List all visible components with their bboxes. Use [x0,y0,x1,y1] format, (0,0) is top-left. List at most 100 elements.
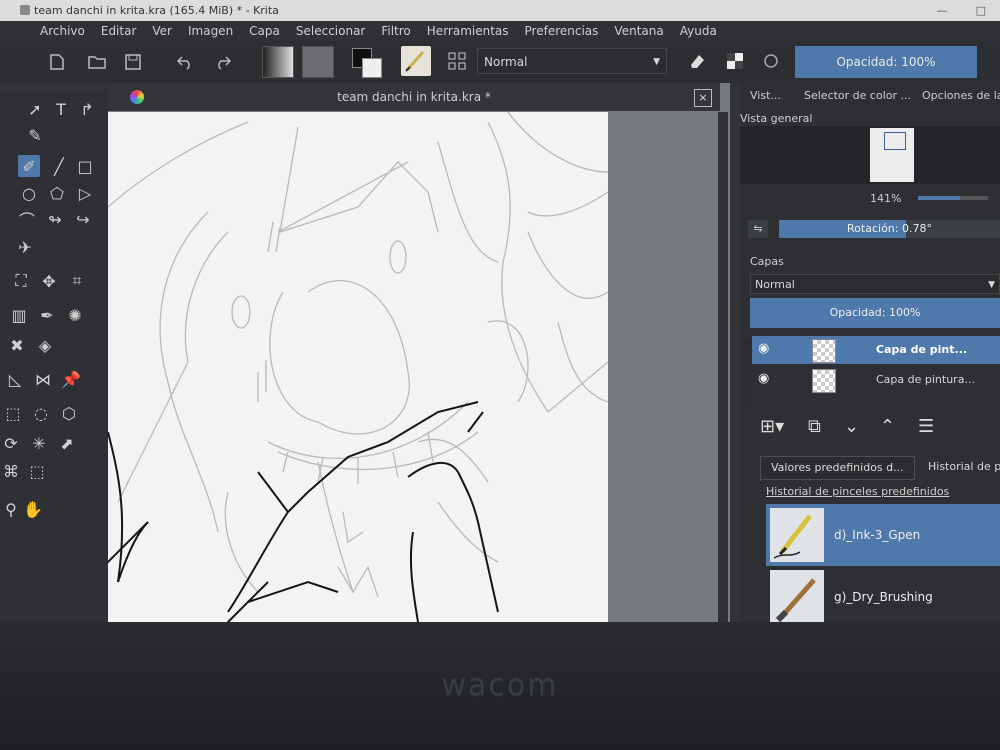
measure-tool-icon[interactable]: ◺ [4,368,26,390]
drawing-canvas[interactable] [108,112,608,622]
gradient-tool-icon[interactable]: ▥ [8,304,30,326]
polygon-tool-icon[interactable]: ⬠ [46,182,68,204]
new-document-icon[interactable] [44,49,70,75]
blend-mode-select[interactable]: Normal ▼ [477,48,667,74]
eye-visibility-icon[interactable]: ◉ [758,342,774,356]
zoom-slider[interactable] [918,196,988,200]
layer-blend-mode-select[interactable]: Normal ▼ [750,274,1000,294]
layers-scrollbar[interactable] [744,338,752,408]
pin-tool-icon[interactable]: 📌 [60,368,82,390]
magnetic-select-icon[interactable]: ⬚ [26,460,48,482]
smart-patch-icon[interactable]: ✺ [64,304,86,326]
brush-settings-grid-icon[interactable] [444,48,470,74]
tab-brush-presets[interactable]: Valores predefinidos d... [760,456,915,480]
freehand-select-icon[interactable]: ⟳ [0,432,22,454]
rect-select-icon[interactable]: ⬚ [2,402,24,424]
menu-editar[interactable]: Editar [101,21,137,41]
foreground-background-colors[interactable] [352,48,382,78]
edit-shapes-icon[interactable]: ↱ [76,98,98,120]
maximize-button[interactable]: □ [976,4,986,17]
menu-ver[interactable]: Ver [152,21,172,41]
reference-tool-icon[interactable]: ⋈ [32,368,54,390]
layer-row[interactable]: ◉ Capa de pint... [752,336,1000,364]
fill-tool-icon[interactable]: ◈ [34,334,56,356]
rectangle-tool-icon[interactable]: □ [74,155,96,177]
transform-tool-icon[interactable]: ⛶ [10,270,32,292]
reload-preset-icon[interactable] [758,48,784,74]
minimize-button[interactable]: — [937,4,948,17]
dynamic-brush-icon[interactable]: ↪ [72,208,94,230]
menu-capa[interactable]: Capa [249,21,280,41]
save-icon[interactable] [120,49,146,75]
window-title-bar: team danchi in krita.kra (165.4 MiB) * -… [0,0,1000,21]
overview-thumbnail[interactable] [870,128,914,182]
move-layer-up-icon[interactable]: ⌃ [880,416,895,437]
text-tool-icon[interactable]: T [50,98,72,120]
preset-name: g)_Dry_Brushing [834,590,933,604]
move-layer-down-icon[interactable]: ⌄ [844,416,859,437]
line-tool-icon[interactable]: ╱ [48,155,70,177]
overview-panel[interactable] [740,126,1000,184]
document-tab[interactable]: team danchi in krita.kra * × [108,83,720,111]
close-document-button[interactable]: × [694,89,712,107]
rotation-slider[interactable]: Rotación: 0.78° [779,220,1000,238]
pan-tool-icon[interactable]: ✋ [22,498,44,520]
polygon-select-icon[interactable]: ⬡ [58,402,80,424]
preset-item[interactable]: g)_Dry_Brushing [766,566,1000,622]
layer-row[interactable]: ◉ Capa de pintura... [752,366,1000,394]
tab-brush-history[interactable]: Historial de pin [918,456,1000,478]
bezier-select-icon[interactable]: ⌘ [0,460,22,482]
layer-properties-icon[interactable]: ☰ [918,416,934,437]
undo-icon[interactable] [172,49,198,75]
eraser-icon[interactable] [684,48,710,74]
color-picker-icon[interactable]: ✒ [36,304,58,326]
menu-ayuda[interactable]: Ayuda [680,21,717,41]
polyline-tool-icon[interactable]: ▷ [74,182,96,204]
overview-label: Vista general [740,112,813,125]
crop-tool-icon[interactable]: ⌗ [66,270,88,292]
redo-icon[interactable] [210,49,236,75]
pattern-picker[interactable] [302,46,334,78]
eye-visibility-icon[interactable]: ◉ [758,372,774,386]
menu-preferencias[interactable]: Preferencias [525,21,599,41]
freehand-path-icon[interactable]: ↬ [44,208,66,230]
menu-herramientas[interactable]: Herramientas [427,21,509,41]
canvas-vertical-scrollbar[interactable] [718,112,728,622]
tab-tool-options[interactable]: Opciones de la h [922,89,1000,102]
ellipse-tool-icon[interactable]: ○ [18,182,40,204]
freehand-brush-icon[interactable]: ✐ [18,155,40,177]
gradient-picker[interactable] [262,46,294,78]
opacity-slider[interactable]: Opacidad: 100% [795,46,977,78]
preserve-alpha-icon[interactable] [722,48,748,74]
docker-tabs: Vist... Selector de color ... Opciones d… [740,86,1000,108]
document-tab-title: team danchi in krita.kra * [337,90,491,104]
multibrush-icon[interactable]: ✈ [14,236,36,258]
menu-imagen[interactable]: Imagen [188,21,233,41]
select-shapes-icon[interactable]: ➚ [24,98,46,120]
add-layer-icon[interactable]: ⊞▾ [760,416,784,437]
tab-color-selector[interactable]: Selector de color ... [804,89,911,102]
menu-seleccionar[interactable]: Seleccionar [296,21,365,41]
ellipse-select-icon[interactable]: ◌ [30,402,52,424]
bezier-curve-icon[interactable]: ⌒ [16,208,38,230]
tab-overview[interactable]: Vist... [750,89,781,102]
layer-name: Capa de pint... [876,343,968,356]
zoom-tool-icon[interactable]: ⚲ [0,498,22,520]
brush-preset-button[interactable] [401,46,431,76]
mirror-view-icon[interactable]: ⇋ [748,220,768,238]
menu-filtro[interactable]: Filtro [381,21,410,41]
assistant-tool-icon[interactable]: ✖ [6,334,28,356]
move-tool-icon[interactable]: ✥ [38,270,60,292]
overview-viewport-rect[interactable] [884,132,906,150]
open-folder-icon[interactable] [84,49,110,75]
background-color[interactable] [362,58,382,78]
calligraphy-icon[interactable]: ✎ [24,124,46,146]
duplicate-layer-icon[interactable]: ⧉ [808,416,821,437]
chevron-down-icon: ▼ [653,57,660,67]
similar-select-icon[interactable]: ⬈ [56,432,78,454]
menu-ventana[interactable]: Ventana [614,21,663,41]
magic-wand-icon[interactable]: ✳ [28,432,50,454]
layer-opacity-slider[interactable]: Opacidad: 100% [750,298,1000,328]
menu-archivo[interactable]: Archivo [40,21,85,41]
preset-item[interactable]: d)_Ink-3_Gpen [766,504,1000,566]
